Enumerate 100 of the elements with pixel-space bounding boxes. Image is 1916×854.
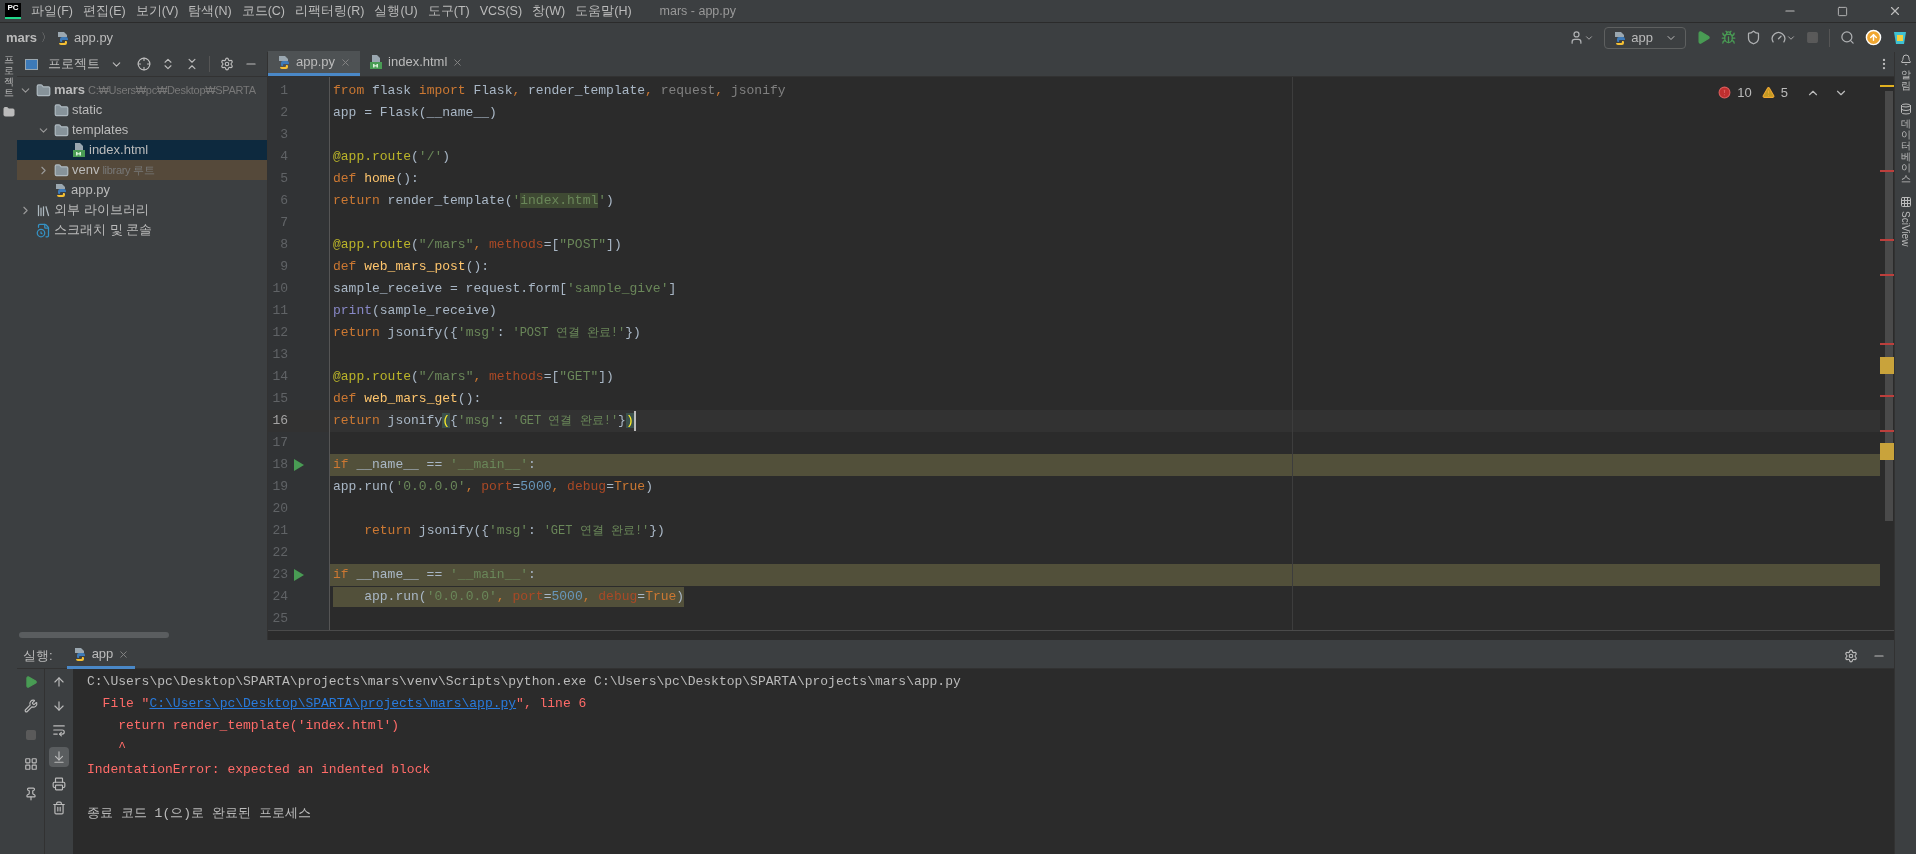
code-line: def web_mars_post(): (333, 258, 490, 277)
tool-window-tab[interactable]: 데이터베이스 (1900, 118, 1911, 184)
file-link[interactable]: C:\Users\pc\Desktop\SPARTA\projects\mars\app.py (149, 694, 517, 714)
console-line: 종료 코드 1(으)로 완료된 프로세스 (87, 805, 311, 824)
editor-tab[interactable]: app.py (268, 51, 361, 76)
window-title: mars - app.py (659, 2, 736, 20)
folder-icon (54, 122, 69, 138)
python-file-icon (54, 183, 68, 197)
breadcrumb[interactable]: mars (6, 27, 38, 48)
tool-window-tab[interactable]: SciView (1898, 211, 1913, 247)
tree-item-label: 외부 라이브러리 (54, 201, 149, 220)
code-line: @app.route('/') (333, 148, 451, 167)
tree-item-note: C:₩Users₩pc₩Desktop₩SPARTA (88, 82, 256, 98)
menu-item[interactable]: 파일(F) (31, 1, 73, 21)
menu-item[interactable]: 리팩터링(R) (295, 1, 365, 21)
run-gutter-icon[interactable] (294, 569, 304, 581)
error-count[interactable]: 10 (1737, 83, 1752, 103)
menu-item[interactable]: 도움말(H) (575, 1, 632, 21)
menu-item[interactable]: 도구(T) (427, 1, 470, 21)
error-icon[interactable] (1718, 86, 1732, 100)
tree-item[interactable]: 외부 라이브러리 (17, 200, 267, 220)
locate-icon[interactable] (137, 57, 151, 71)
pin-icon[interactable] (23, 787, 38, 801)
console-line: ", line 6 (516, 695, 587, 714)
editor-tab[interactable]: index.html (360, 51, 473, 76)
code-line: return jsonify({'msg': 'POST 연결 완료!'}) (333, 324, 641, 343)
python-file-icon (72, 647, 87, 661)
print-icon[interactable] (52, 777, 66, 791)
menu-item[interactable]: 보기(V) (135, 1, 179, 21)
panel-title[interactable]: 프로젝트 (48, 54, 100, 74)
trash-icon[interactable] (52, 801, 66, 815)
console-line: C:\Users\pc\Desktop\SPARTA\projects\mars\venv\Scripts\python.exe C:\Users\pc\Desktop\SPARTA\projects\mars\app.py (87, 673, 961, 692)
close-tab-icon[interactable] (118, 648, 130, 660)
folder-icon (36, 82, 51, 98)
tool-window-tab[interactable]: 알림 (1900, 69, 1911, 91)
python-file-icon (277, 55, 291, 69)
tree-item[interactable]: 스크래치 및 콘솔 (17, 220, 267, 240)
settings-icon[interactable] (220, 57, 234, 71)
menu-item[interactable]: 실행(U) (374, 1, 418, 21)
breadcrumb[interactable]: app.py (74, 27, 114, 48)
user-icon[interactable] (1569, 30, 1585, 45)
database-icon[interactable] (1899, 103, 1912, 115)
run-panel-label: 실행: (23, 646, 53, 665)
profile-icon[interactable] (1771, 30, 1786, 45)
maximize-icon[interactable] (1837, 5, 1848, 17)
settings-icon[interactable] (1844, 648, 1858, 663)
run-gutter-icon[interactable] (294, 459, 304, 471)
menu-item[interactable]: 편집(E) (82, 1, 126, 21)
layout-icon[interactable] (23, 757, 38, 771)
tree-item[interactable]: templates (17, 120, 267, 140)
arrow-down-icon[interactable] (52, 699, 66, 713)
scrollbar[interactable] (19, 632, 169, 638)
menu-item[interactable]: 코드(C) (241, 1, 286, 21)
run-icon[interactable] (1696, 30, 1711, 45)
menu-item[interactable]: VCS(S) (479, 1, 523, 21)
code-line: @app.route("/mars", methods=["POST"]) (333, 236, 622, 255)
code-line: def home(): (333, 170, 419, 189)
menu-item[interactable]: 탐색(N) (188, 1, 232, 21)
run-tab[interactable]: app (66, 642, 136, 669)
console-line: IndentationError: expected an indented block (87, 761, 431, 780)
collapse-all-icon[interactable] (185, 57, 199, 71)
project-tool-tab[interactable]: 프로젝트 (3, 54, 14, 98)
code-line: return jsonify({'msg': 'GET 연결 완료!'}) (333, 411, 636, 431)
soft-wrap-icon[interactable] (52, 723, 66, 737)
tree-item[interactable]: mars C:₩Users₩pc₩Desktop₩SPARTA (17, 80, 267, 100)
arrow-up-icon[interactable] (52, 675, 66, 689)
html-file-icon (369, 55, 384, 69)
scroll-to-end-icon[interactable] (49, 747, 69, 767)
close-icon[interactable] (1888, 4, 1902, 18)
rerun-icon[interactable] (23, 675, 38, 689)
code-line: def web_mars_get(): (333, 390, 482, 409)
panel-icon (25, 58, 38, 70)
code-line: print(sample_receive) (333, 302, 497, 321)
tree-item-label: venv (72, 161, 100, 180)
grid-icon[interactable] (1899, 196, 1912, 208)
python-file-icon (1613, 30, 1628, 45)
python-file-icon (56, 30, 71, 45)
menu-item[interactable]: 창(W) (532, 1, 566, 21)
close-tab-icon[interactable] (452, 56, 464, 68)
coverage-icon[interactable] (1746, 30, 1761, 45)
wrench-icon[interactable] (23, 699, 38, 713)
tree-item[interactable]: static (17, 100, 267, 120)
bell-icon[interactable] (1899, 54, 1912, 66)
debug-icon[interactable] (1721, 30, 1736, 45)
code-line: @app.route("/mars", methods=["GET"]) (333, 368, 614, 387)
folder-icon[interactable] (2, 106, 15, 118)
tree-item[interactable]: app.py (17, 180, 267, 200)
update-icon[interactable] (1865, 29, 1882, 46)
tree-item-label: 스크래치 및 콘솔 (54, 221, 153, 240)
run-config-dropdown[interactable]: app (1604, 26, 1686, 49)
toolbox-logo-icon[interactable] (1892, 29, 1908, 46)
search-icon[interactable] (1840, 30, 1855, 45)
tree-item-label: index.html (89, 141, 149, 160)
tree-item-label: templates (72, 121, 129, 140)
tree-item[interactable]: index.html (17, 140, 267, 160)
warning-count[interactable]: 5 (1780, 83, 1788, 103)
folder-icon (54, 162, 69, 178)
warning-icon[interactable] (1761, 86, 1775, 100)
code-line: return render_template('index.html') (333, 192, 614, 211)
console-line: ^ (117, 739, 126, 758)
